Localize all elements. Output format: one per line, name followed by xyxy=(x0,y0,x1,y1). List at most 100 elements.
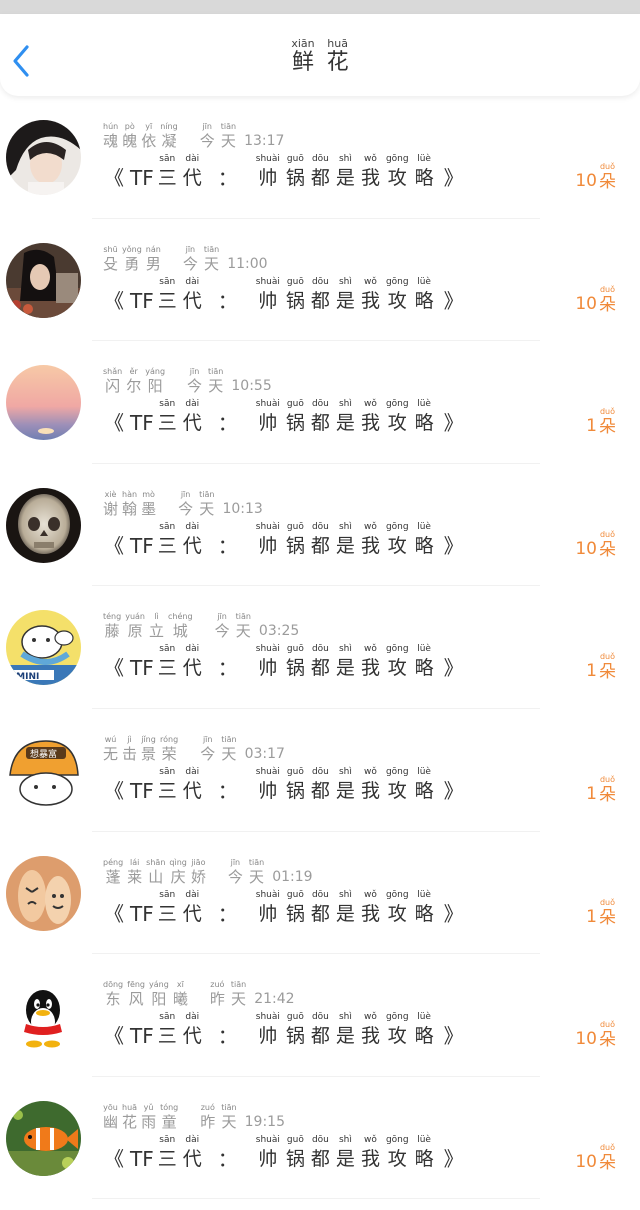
date-char: tiān 天 xyxy=(236,612,251,640)
list-item[interactable]: 想暴富 wú 无 jì 击 jǐng 景 róng 荣 jīn 今 tiān 天 03:17 《 TF sān 三… xyxy=(0,709,640,832)
hanzi: 锅 xyxy=(285,1147,305,1170)
book-title-char: gōng 攻 xyxy=(386,276,409,314)
flower-unit: duǒ 朵 xyxy=(599,530,616,560)
pinyin: zuó xyxy=(200,1102,215,1112)
list-item[interactable]: xiè 谢 hàn 翰 mò 墨 jīn 今 tiān 天 10:13 《 TF sān 三 dài 代： shu… xyxy=(0,464,640,587)
pinyin: guō xyxy=(286,154,304,164)
name-char: péng 蓬 xyxy=(103,858,123,886)
book-title-char: lüè 略 xyxy=(415,276,434,314)
book-title-char: dōu 都 xyxy=(311,276,330,314)
hanzi: 朵 xyxy=(599,784,616,805)
hanzi: 山 xyxy=(148,867,164,886)
book-open-bracket: 《 xyxy=(104,166,124,190)
book-title-char: shì 是 xyxy=(336,889,355,927)
flower-list: hún 魂 pò 魄 yī 依 níng 凝 jīn 今 tiān 天 13:17 《 TF sān 三 dài 代… xyxy=(0,96,640,1210)
flower-count: 1 duǒ 朵 xyxy=(586,898,616,928)
book-title-char: shì 是 xyxy=(336,521,355,559)
avatar[interactable]: 想暴富 xyxy=(6,732,81,808)
list-item[interactable]: shū 殳 yǒng 勇 nán 男 jīn 今 tiān 天 11:00 《 TF sān 三 dài 代： s… xyxy=(0,219,640,342)
hanzi: 代 xyxy=(182,167,202,189)
hanzi: 是 xyxy=(335,902,355,925)
hanzi: 都 xyxy=(310,289,330,312)
name-char: tóng 童 xyxy=(160,1103,178,1131)
pinyin: jīn xyxy=(185,244,196,254)
user-name: xiè 谢 hàn 翰 mò 墨 xyxy=(103,490,156,518)
list-item[interactable]: yōu 幽 huā 花 yǔ 雨 tóng 童 zuó 昨 tiān 天 19:15 《 TF sān 三 dài… xyxy=(0,1077,640,1200)
pinyin: shuài xyxy=(255,766,280,777)
user-name: hún 魂 pò 魄 yī 依 níng 凝 xyxy=(103,122,178,150)
list-item[interactable]: shǎn 闪 ěr 尔 yáng 阳 jīn 今 tiān 天 10:55 《 TF sān 三 dài 代： s… xyxy=(0,341,640,464)
avatar[interactable] xyxy=(6,242,81,318)
book-title: 《 TF sān 三 dài 代 ： shuài 帅 guō 锅 dōu 都 shì 是 wǒ 我 gōng 攻 lü… xyxy=(104,1011,464,1049)
pinyin: wǒ xyxy=(364,1134,377,1145)
avatar[interactable] xyxy=(6,365,81,441)
list-item[interactable]: hún 魂 pò 魄 yī 依 níng 凝 jīn 今 tiān 天 13:17 《 TF sān 三 dài 代… xyxy=(0,96,640,219)
pinyin: shǎn xyxy=(103,367,123,377)
avatar[interactable] xyxy=(6,1100,81,1176)
hanzi: 依 xyxy=(141,132,157,150)
pinyin: shuài xyxy=(255,644,280,655)
pinyin: dōu xyxy=(311,1012,329,1023)
pinyin: gōng xyxy=(385,399,409,410)
hanzi: 都 xyxy=(310,902,330,925)
pinyin: yáng xyxy=(145,367,166,377)
book-title-char: shì 是 xyxy=(336,276,355,314)
hanzi: 锅 xyxy=(285,289,305,312)
avatar[interactable]: EMINI xyxy=(6,610,81,686)
title-char: xiān 鲜 xyxy=(291,38,314,76)
user-info: téng 藤 yuán 原 lì 立 chéng 城 jīn 今 tiān 天 03:25 xyxy=(103,612,299,640)
hanzi: 我 xyxy=(360,779,380,802)
user-name: téng 藤 yuán 原 lì 立 chéng 城 xyxy=(103,612,193,640)
title-char: huā 花 xyxy=(327,38,349,76)
date-label: jīn 今 tiān 天 xyxy=(228,858,264,886)
name-char: mò 墨 xyxy=(141,490,156,518)
flower-count: 10 duǒ 朵 xyxy=(575,162,616,192)
user-info: péng 蓬 lái 莱 shān 山 qìng 庆 jiāo 娇 jīn 今 tiān 天 01:19 xyxy=(103,858,313,886)
avatar[interactable] xyxy=(6,978,81,1054)
flower-unit: duǒ 朵 xyxy=(599,1020,616,1050)
avatar[interactable] xyxy=(6,855,81,931)
name-char: shǎn 闪 xyxy=(103,367,122,395)
date-char: jīn 今 xyxy=(187,367,202,395)
hanzi: 闪 xyxy=(105,377,121,396)
pinyin: guō xyxy=(286,399,304,410)
user-info: shū 殳 yǒng 勇 nán 男 jīn 今 tiān 天 11:00 xyxy=(103,245,268,273)
date-char: tiān 天 xyxy=(221,735,236,763)
pinyin: duǒ xyxy=(599,407,616,417)
name-char: xiè 谢 xyxy=(103,490,118,518)
book-title-char: sān 三 xyxy=(158,521,177,559)
list-item[interactable]: péng 蓬 lái 莱 shān 山 qìng 庆 jiāo 娇 jīn 今 tiān 天 01:19 《 T… xyxy=(0,832,640,955)
book-title-char: guō 锅 xyxy=(286,1011,305,1049)
pinyin: gōng xyxy=(385,889,409,900)
hanzi: 朵 xyxy=(599,662,616,683)
list-item[interactable]: EMINI téng 藤 yuán 原 lì 立 chéng 城 jīn 今 tiān 天 03:25 《 T… xyxy=(0,586,640,709)
book-close-bracket: 》 xyxy=(443,901,464,926)
list-item[interactable]: dōng 东 fēng 风 yáng 阳 xī 曦 zuó 昨 tiān 天 21:42 《 TF sān 三 d… xyxy=(0,954,640,1077)
name-char: yōu 幽 xyxy=(103,1103,118,1131)
hanzi: 攻 xyxy=(387,1025,407,1048)
date-char: jīn 今 xyxy=(228,858,243,886)
pinyin: jǐng xyxy=(141,734,156,744)
flower-count: 1 duǒ 朵 xyxy=(586,652,616,682)
hanzi: 代 xyxy=(182,902,202,925)
pinyin: shuài xyxy=(255,1012,280,1023)
book-title-char: dōu 都 xyxy=(311,1134,330,1172)
book-title-char: dōu 都 xyxy=(311,1011,330,1049)
hanzi: 锅 xyxy=(285,534,305,557)
avatar[interactable] xyxy=(6,487,81,563)
pinyin: mò xyxy=(142,489,155,499)
book-title-char: wǒ 我 xyxy=(361,1011,380,1049)
hanzi: 帅 xyxy=(258,1147,278,1170)
book-title-char: dài 代 xyxy=(183,153,202,191)
hanzi: 击 xyxy=(122,744,138,763)
avatar[interactable] xyxy=(6,120,81,195)
hanzi: 代 xyxy=(182,779,202,802)
pinyin: róng xyxy=(160,734,179,744)
book-title-char: dài 代 xyxy=(183,521,202,559)
pinyin: lüè xyxy=(417,644,431,655)
timestamp: 21:42 xyxy=(254,991,295,1008)
book-title: 《 TF sān 三 dài 代 ： shuài 帅 guō 锅 dōu 都 shì 是 wǒ 我 gōng 攻 lü… xyxy=(104,1134,464,1172)
pinyin: tiān xyxy=(199,489,215,499)
pinyin: shān xyxy=(146,857,166,867)
book-title: 《 TF sān 三 dài 代 ： shuài 帅 guō 锅 dōu 都 shì 是 wǒ 我 gōng 攻 lü… xyxy=(104,521,464,559)
